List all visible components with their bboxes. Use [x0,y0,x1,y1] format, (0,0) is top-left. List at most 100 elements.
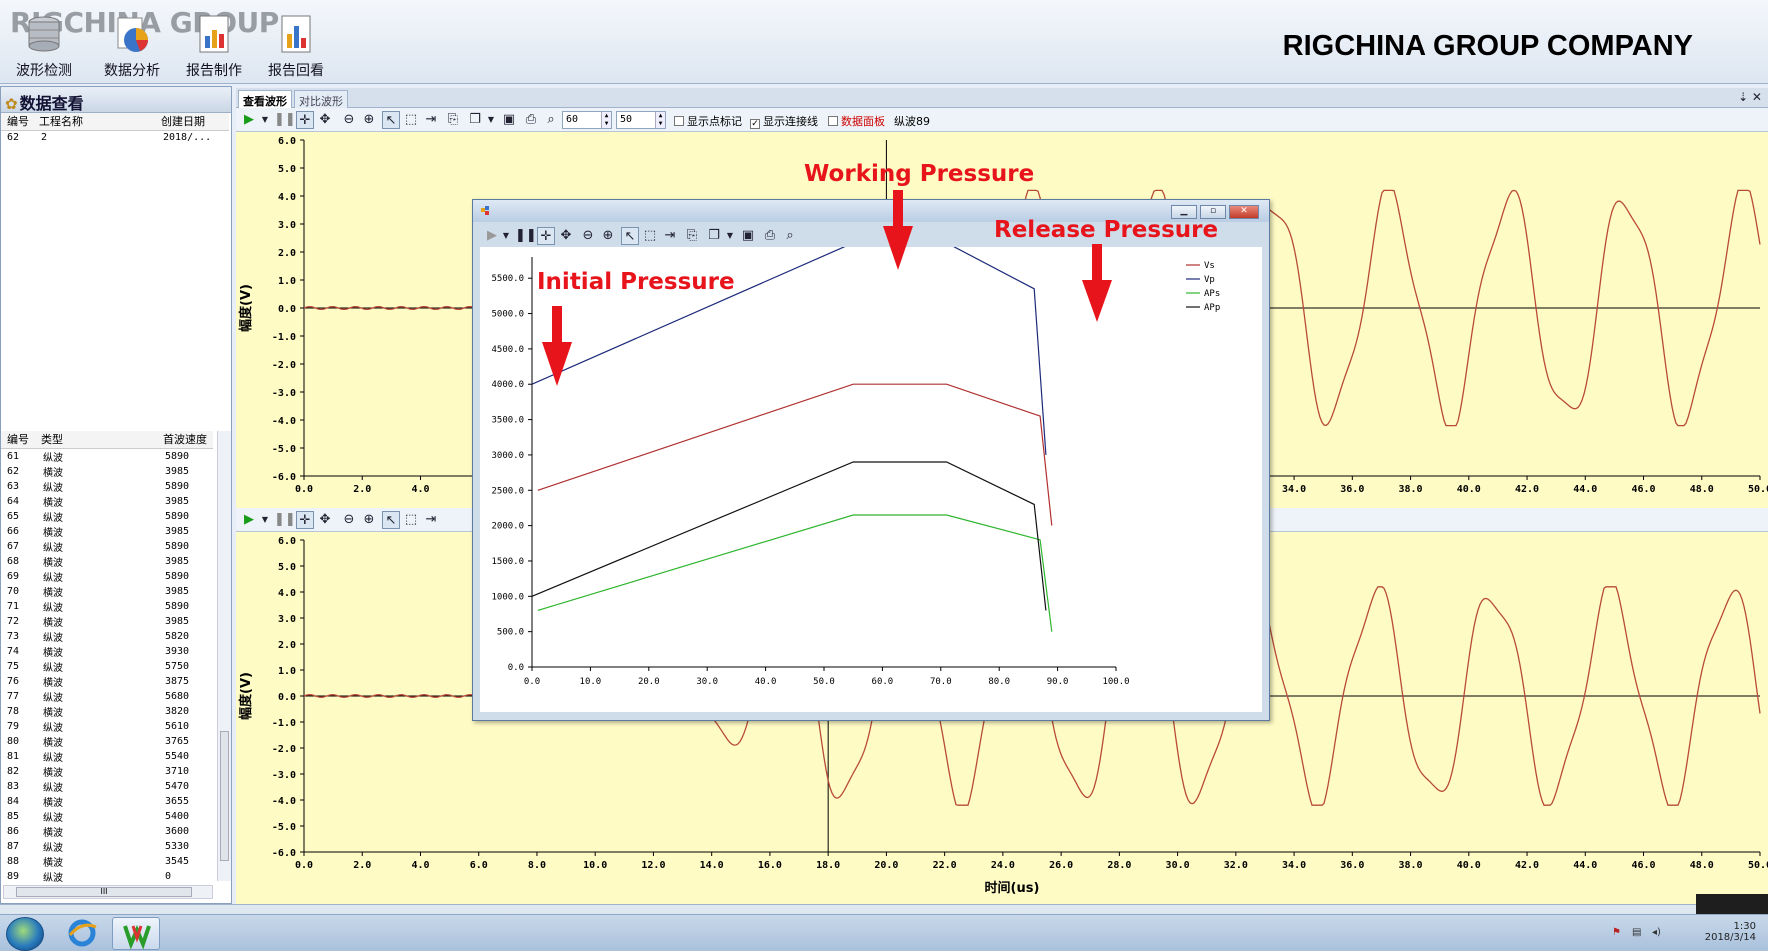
velocity-chart[interactable]: 0.0 500.0 1000.0 1500.0 2000.0 2500.0 3000.0 35… [480,242,1262,712]
table-row[interactable]: 82 横波 3710 [1,764,213,779]
checkbox-box[interactable]: ✓ [750,119,760,129]
select-box-icon[interactable]: ⬚ [402,511,420,529]
volume-icon[interactable]: ◂) [1652,927,1666,939]
chevron-down-icon[interactable]: ▼ [482,111,500,129]
table-row[interactable]: 83 纵波 5470 [1,779,213,794]
crosshair-icon[interactable]: ✛ [537,227,555,245]
tab-view-waveform[interactable]: 查看波形 [238,90,292,108]
table-row[interactable]: 80 横波 3765 [1,734,213,749]
pointer-icon[interactable]: ↖ [382,111,400,129]
close-button[interactable]: ✕ [1229,205,1259,219]
export-icon[interactable]: ⎘ [683,227,701,245]
table-row[interactable]: 79 纵波 5610 [1,719,213,734]
pan-icon[interactable]: ✥ [557,227,575,245]
table-row[interactable]: 87 纵波 5330 [1,839,213,854]
pause-icon[interactable]: ❚❚ [274,511,296,529]
table-row[interactable]: 73 纵波 5820 [1,629,213,644]
pan-icon[interactable]: ✥ [316,111,334,129]
print-preview-icon[interactable]: ⌕ [542,111,560,129]
scroll-thumb[interactable] [220,731,229,861]
show-lines-checkbox[interactable]: ✓ 显示连接线 [750,113,818,129]
crosshair-icon[interactable]: ✛ [296,111,314,129]
chevron-down-icon[interactable]: ▼ [256,511,274,529]
save-icon[interactable]: ▣ [500,111,518,129]
table-row[interactable]: 70 横波 3985 [1,584,213,599]
fit-icon[interactable]: ⇥ [661,227,679,245]
table-row[interactable]: 61 纵波 5890 [1,448,213,464]
table-row[interactable]: 62 横波 3985 [1,464,213,479]
table-row[interactable]: 65 纵波 5890 [1,509,213,524]
ie-icon[interactable] [58,917,106,950]
column-header[interactable]: 首波速度 [163,431,213,449]
network-icon[interactable]: ▤ [1632,927,1646,939]
column-header[interactable]: 创建日期 [161,113,229,131]
save-icon[interactable]: ▣ [739,227,757,245]
waveform-detect-button[interactable]: 波形检测 [6,8,82,79]
chevron-down-icon[interactable]: ▼ [256,111,274,129]
zoom-out-icon[interactable]: ⊖ [579,227,597,245]
checkbox-box[interactable] [674,116,684,126]
pin-close-icon[interactable]: ⇣ ✕ [1738,90,1762,104]
table-row[interactable]: 72 横波 3985 [1,614,213,629]
fit-icon[interactable]: ⇥ [422,111,440,129]
print-icon[interactable]: ⎙ [761,227,779,245]
zoom-out-icon[interactable]: ⊖ [340,111,358,129]
table-row[interactable]: 84 横波 3655 [1,794,213,809]
pause-icon[interactable]: ❚❚ [274,111,296,129]
zoom-in-icon[interactable]: ⊕ [360,111,378,129]
spin-arrows[interactable]: ▲ ▼ [601,112,611,128]
table-row[interactable]: 75 纵波 5750 [1,659,213,674]
table-row[interactable]: 85 纵波 5400 [1,809,213,824]
table-row[interactable]: 66 横波 3985 [1,524,213,539]
table-row[interactable]: 63 纵波 5890 [1,479,213,494]
fit-icon[interactable]: ⇥ [422,511,440,529]
vertical-scrollbar[interactable] [217,431,231,881]
chevron-down-icon[interactable]: ▼ [497,227,515,245]
table-row[interactable]: 71 纵波 5890 [1,599,213,614]
select-box-icon[interactable]: ⬚ [641,227,659,245]
crosshair-icon[interactable]: ✛ [296,511,314,529]
show-points-checkbox[interactable]: 显示点标记 [674,113,742,128]
table-row[interactable]: 62 2 2018/... [1,130,229,144]
flag-icon[interactable]: ⚑ [1612,927,1626,939]
clock[interactable]: 1:30 2018/3/14 [1705,921,1756,943]
table-row[interactable]: 88 横波 3545 [1,854,213,869]
table-row[interactable]: 69 纵波 5890 [1,569,213,584]
print-icon[interactable]: ⎙ [522,111,540,129]
select-box-icon[interactable]: ⬚ [402,111,420,129]
table-row[interactable]: 78 横波 3820 [1,704,213,719]
start-button[interactable] [6,917,44,951]
zoom-in-icon[interactable]: ⊕ [599,227,617,245]
table-row[interactable]: 77 纵波 5680 [1,689,213,704]
table-row[interactable]: 67 纵波 5890 [1,539,213,554]
data-analysis-button[interactable]: 数据分析 [94,8,170,79]
report-make-button[interactable]: 报告制作 [176,8,252,79]
horizontal-scrollbar[interactable]: III [3,885,213,899]
column-header[interactable]: 工程名称 [39,113,161,131]
pause-icon[interactable]: ❚❚ [515,227,537,245]
scroll-thumb[interactable]: III [16,887,192,897]
zoom-in-icon[interactable]: ⊕ [360,511,378,529]
column-header[interactable]: 类型 [41,431,163,449]
print-preview-icon[interactable]: ⌕ [781,227,799,245]
table-row[interactable]: 86 横波 3600 [1,824,213,839]
data-panel-checkbox[interactable]: 数据面板 [828,113,885,128]
pointer-icon[interactable]: ↖ [621,227,639,245]
pan-icon[interactable]: ✥ [316,511,334,529]
export-icon[interactable]: ⎘ [444,111,462,129]
checkbox-box[interactable] [828,116,838,126]
table-row[interactable]: 89 纵波 0 [1,869,213,884]
report-view-button[interactable]: 报告回看 [258,8,334,79]
column-header[interactable]: 编号 [1,431,41,449]
table-row[interactable]: 81 纵波 5540 [1,749,213,764]
chevron-down-icon[interactable]: ▼ [721,227,739,245]
table-row[interactable]: 76 横波 3875 [1,674,213,689]
spin-input-1[interactable]: 60 ▲ ▼ [562,111,612,129]
pointer-icon[interactable]: ↖ [382,511,400,529]
app-taskbar-icon[interactable] [112,917,160,950]
column-header[interactable]: 编号 [1,113,39,131]
table-row[interactable]: 64 横波 3985 [1,494,213,509]
table-row[interactable]: 74 横波 3930 [1,644,213,659]
spin-arrows[interactable]: ▲ ▼ [655,112,665,128]
zoom-out-icon[interactable]: ⊖ [340,511,358,529]
